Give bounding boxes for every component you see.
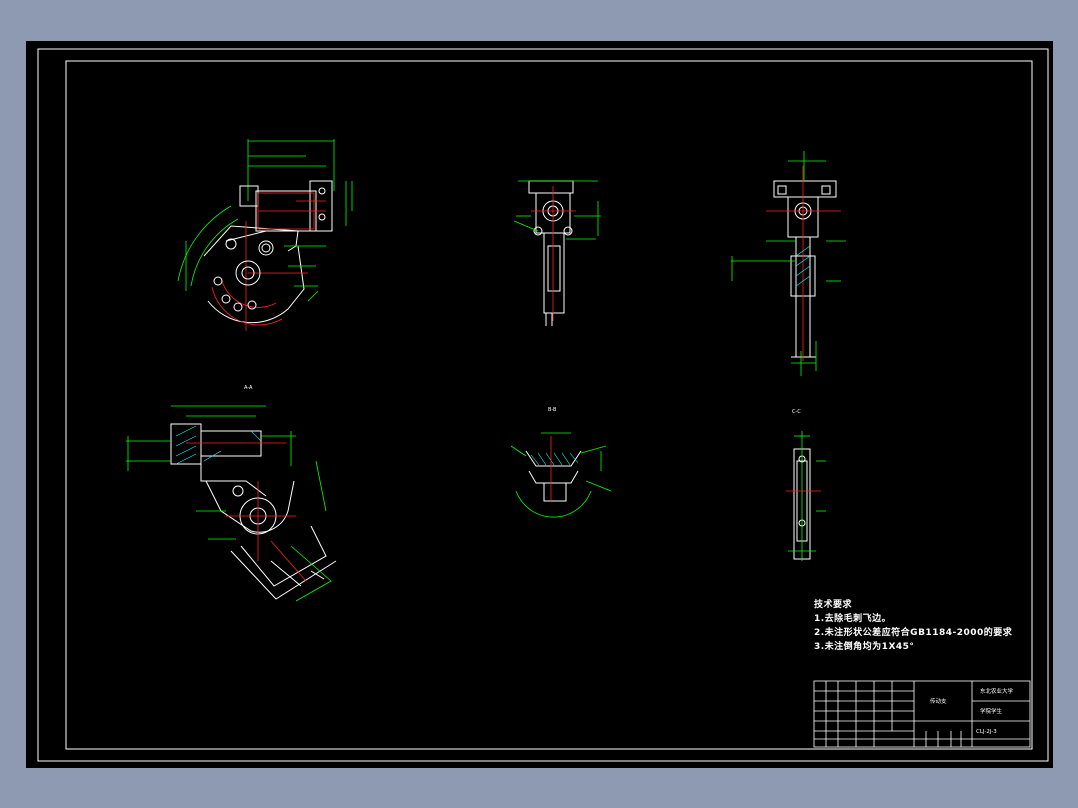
title-school: 东北农业大学: [980, 687, 1014, 695]
notes-heading: 技术要求: [814, 600, 853, 610]
notes-line-1: 1.去除毛刺飞边。: [814, 614, 892, 624]
view-label-a: A-A: [244, 385, 253, 391]
technical-notes: 技术要求 1.去除毛刺飞边。 2.未注形状公差应符合GB1184-2000的要求…: [814, 598, 1012, 654]
outer-frame: [37, 48, 1049, 762]
notes-line-2: 2.未注形状公差应符合GB1184-2000的要求: [814, 628, 1013, 638]
section-view-bottom-middle: B-B: [510, 407, 612, 518]
main-view-top-left: [177, 139, 353, 331]
title-drawing-no: CLJ-2J-3: [976, 729, 997, 735]
section-view-bottom-left: A-A: [126, 385, 337, 602]
view-bottom-right: C-C: [786, 409, 826, 561]
view-top-right: [731, 151, 846, 376]
cad-drawing: A-A B-B C-C 传动支 东北农业大学 学院学生 CLJ-2J-3: [37, 48, 1049, 762]
view-top-middle: [513, 180, 601, 326]
view-label-c: C-C: [792, 409, 801, 415]
title-block: 传动支 东北农业大学 学院学生 CLJ-2J-3: [813, 680, 1031, 748]
title-part-name: 传动支: [930, 697, 947, 705]
drawing-canvas: A-A B-B C-C 传动支 东北农业大学 学院学生 CLJ-2J-3 技术要…: [26, 41, 1053, 768]
view-label-b: B-B: [548, 407, 557, 413]
notes-line-3: 3.未注倒角均为1X45°: [814, 642, 915, 652]
title-dept: 学院学生: [980, 707, 1003, 715]
